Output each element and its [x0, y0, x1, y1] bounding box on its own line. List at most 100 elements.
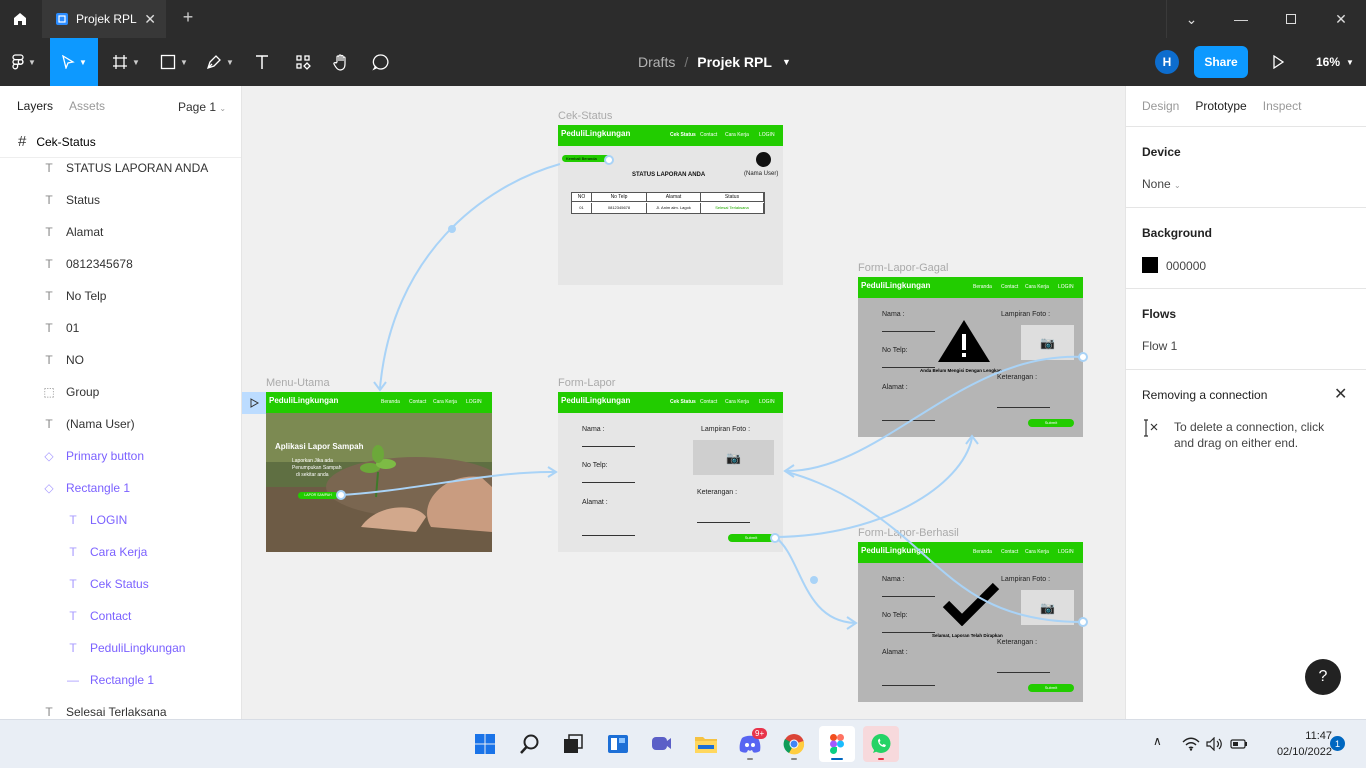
- layer-row[interactable]: T 0812345678: [0, 248, 241, 280]
- resources-tool[interactable]: [288, 38, 318, 86]
- close-icon[interactable]: ✕: [1334, 384, 1347, 404]
- connection-midpoint: [810, 576, 818, 584]
- zoom-menu[interactable]: 16% ▼: [1316, 38, 1354, 86]
- widgets-icon: [608, 735, 628, 753]
- layer-row[interactable]: ◇ Rectangle 1: [0, 472, 241, 504]
- file-tab[interactable]: Projek RPL ✕: [42, 0, 166, 38]
- shape-tool[interactable]: ▼: [152, 38, 196, 86]
- text-icon: T: [69, 545, 77, 559]
- hand-tool[interactable]: [326, 38, 356, 86]
- frame-icon: #: [18, 133, 27, 150]
- search-button[interactable]: [512, 726, 548, 762]
- layer-row[interactable]: — Rectangle 1: [0, 664, 241, 696]
- tab-layers[interactable]: Layers: [17, 99, 53, 113]
- minimize-button[interactable]: —: [1216, 0, 1266, 38]
- line-icon: —: [67, 673, 79, 687]
- tab-assets[interactable]: Assets: [69, 99, 105, 113]
- layer-row[interactable]: T LOGIN: [0, 504, 241, 536]
- notification-badge[interactable]: 1: [1330, 736, 1345, 751]
- text-icon: T: [45, 321, 53, 335]
- layer-row[interactable]: T Status: [0, 184, 241, 216]
- layer-row[interactable]: T PeduliLingkungan: [0, 632, 241, 664]
- wifi-icon[interactable]: [1182, 737, 1200, 751]
- page-selector[interactable]: Page 1 ⌄: [178, 100, 226, 114]
- tab-inspect[interactable]: Inspect: [1263, 99, 1302, 113]
- layer-row[interactable]: T (Nama User): [0, 408, 241, 440]
- chevron-down-icon[interactable]: ▼: [782, 57, 791, 67]
- background-swatch[interactable]: [1142, 257, 1158, 273]
- active-indicator: [831, 758, 843, 760]
- layer-row[interactable]: T No Telp: [0, 280, 241, 312]
- move-tool[interactable]: ▼: [50, 38, 98, 86]
- file-explorer-button[interactable]: [688, 726, 724, 762]
- file-name[interactable]: Projek RPL: [697, 54, 772, 70]
- battery-icon[interactable]: [1230, 738, 1248, 750]
- background-title: Background: [1142, 226, 1213, 240]
- prototype-connections[interactable]: [242, 86, 1125, 719]
- layer-row[interactable]: T 01: [0, 312, 241, 344]
- taskbar: 9+ ∧ 11:47 02/10/2022 1: [0, 719, 1366, 768]
- design-canvas[interactable]: Cek-Status PeduliLingkungan Cek Status C…: [242, 86, 1125, 719]
- connection-handle: [770, 533, 780, 543]
- layer-name: LOGIN: [90, 513, 128, 527]
- whatsapp-button[interactable]: [863, 726, 899, 762]
- chevron-down-icon: ⌄: [219, 104, 227, 113]
- layer-row[interactable]: ◇ Primary button: [0, 440, 241, 472]
- search-icon: [520, 734, 539, 754]
- layer-row[interactable]: T Cara Kerja: [0, 536, 241, 568]
- cursor-icon: [62, 55, 75, 69]
- connection-cek-status-to-menu: [379, 163, 561, 389]
- maximize-button[interactable]: [1266, 0, 1316, 38]
- main-menu-button[interactable]: ▼: [0, 38, 48, 86]
- layer-row[interactable]: T Contact: [0, 600, 241, 632]
- zoom-level: 16%: [1316, 55, 1341, 69]
- comment-tool[interactable]: [366, 38, 396, 86]
- connection-form-submit-to-gagal: [774, 437, 973, 538]
- text-tool[interactable]: [246, 38, 278, 86]
- layers-panel: Layers Assets Page 1 ⌄ # Cek-Status T STA…: [0, 86, 242, 719]
- start-button[interactable]: [467, 726, 503, 762]
- layer-name: Alamat: [66, 225, 104, 239]
- close-tab-icon[interactable]: ✕: [144, 11, 156, 28]
- flow-item[interactable]: Flow 1: [1142, 339, 1177, 353]
- show-hidden-icons-button[interactable]: ∧: [1153, 734, 1162, 748]
- breadcrumb-drafts[interactable]: Drafts: [638, 54, 675, 70]
- discord-button[interactable]: 9+: [732, 726, 768, 762]
- layer-row[interactable]: T Selesai Terlaksana: [0, 696, 241, 719]
- layer-name: (Nama User): [66, 417, 135, 431]
- frame-tool[interactable]: ▼: [104, 38, 148, 86]
- widgets-button[interactable]: [600, 726, 636, 762]
- comment-icon: [372, 54, 389, 71]
- help-button[interactable]: ?: [1305, 659, 1341, 695]
- whatsapp-icon: [871, 734, 891, 753]
- figma-taskbar-button[interactable]: [819, 726, 855, 762]
- layer-row[interactable]: T Alamat: [0, 216, 241, 248]
- device-section: Device None ⌄: [1126, 126, 1366, 207]
- close-window-button[interactable]: ✕: [1316, 0, 1366, 38]
- tabs-dropdown-button[interactable]: ⌄: [1166, 0, 1216, 38]
- toolbar: ▼ ▼ ▼ ▼ ▼ Drafts / Projek RPL ▼ H Share …: [0, 38, 1366, 86]
- new-tab-button[interactable]: +: [176, 7, 200, 28]
- present-button[interactable]: [1266, 50, 1290, 74]
- layer-row[interactable]: ⬚ Group: [0, 376, 241, 408]
- volume-icon[interactable]: [1206, 737, 1224, 751]
- figma-file-icon: [56, 13, 68, 25]
- task-view-button[interactable]: [555, 726, 591, 762]
- clock[interactable]: 11:47 02/10/2022: [1256, 728, 1332, 760]
- device-select[interactable]: None ⌄: [1142, 177, 1181, 191]
- layer-row[interactable]: T STATUS LAPORAN ANDA: [0, 152, 241, 184]
- tab-prototype[interactable]: Prototype: [1195, 99, 1246, 113]
- background-hex[interactable]: 000000: [1166, 259, 1206, 273]
- layer-row[interactable]: T Cek Status: [0, 568, 241, 600]
- home-button[interactable]: [0, 0, 40, 38]
- chrome-button[interactable]: [776, 726, 812, 762]
- breadcrumb-separator: /: [684, 54, 689, 70]
- tab-design[interactable]: Design: [1142, 99, 1179, 113]
- layer-row[interactable]: T NO: [0, 344, 241, 376]
- share-button[interactable]: Share: [1194, 46, 1248, 78]
- connection-gagal-to-form-lapor: [786, 355, 1084, 472]
- pen-tool[interactable]: ▼: [198, 38, 242, 86]
- teams-chat-button[interactable]: [643, 726, 679, 762]
- avatar[interactable]: H: [1155, 50, 1179, 74]
- title-bar: Projek RPL ✕ + ⌄ — ✕: [0, 0, 1366, 38]
